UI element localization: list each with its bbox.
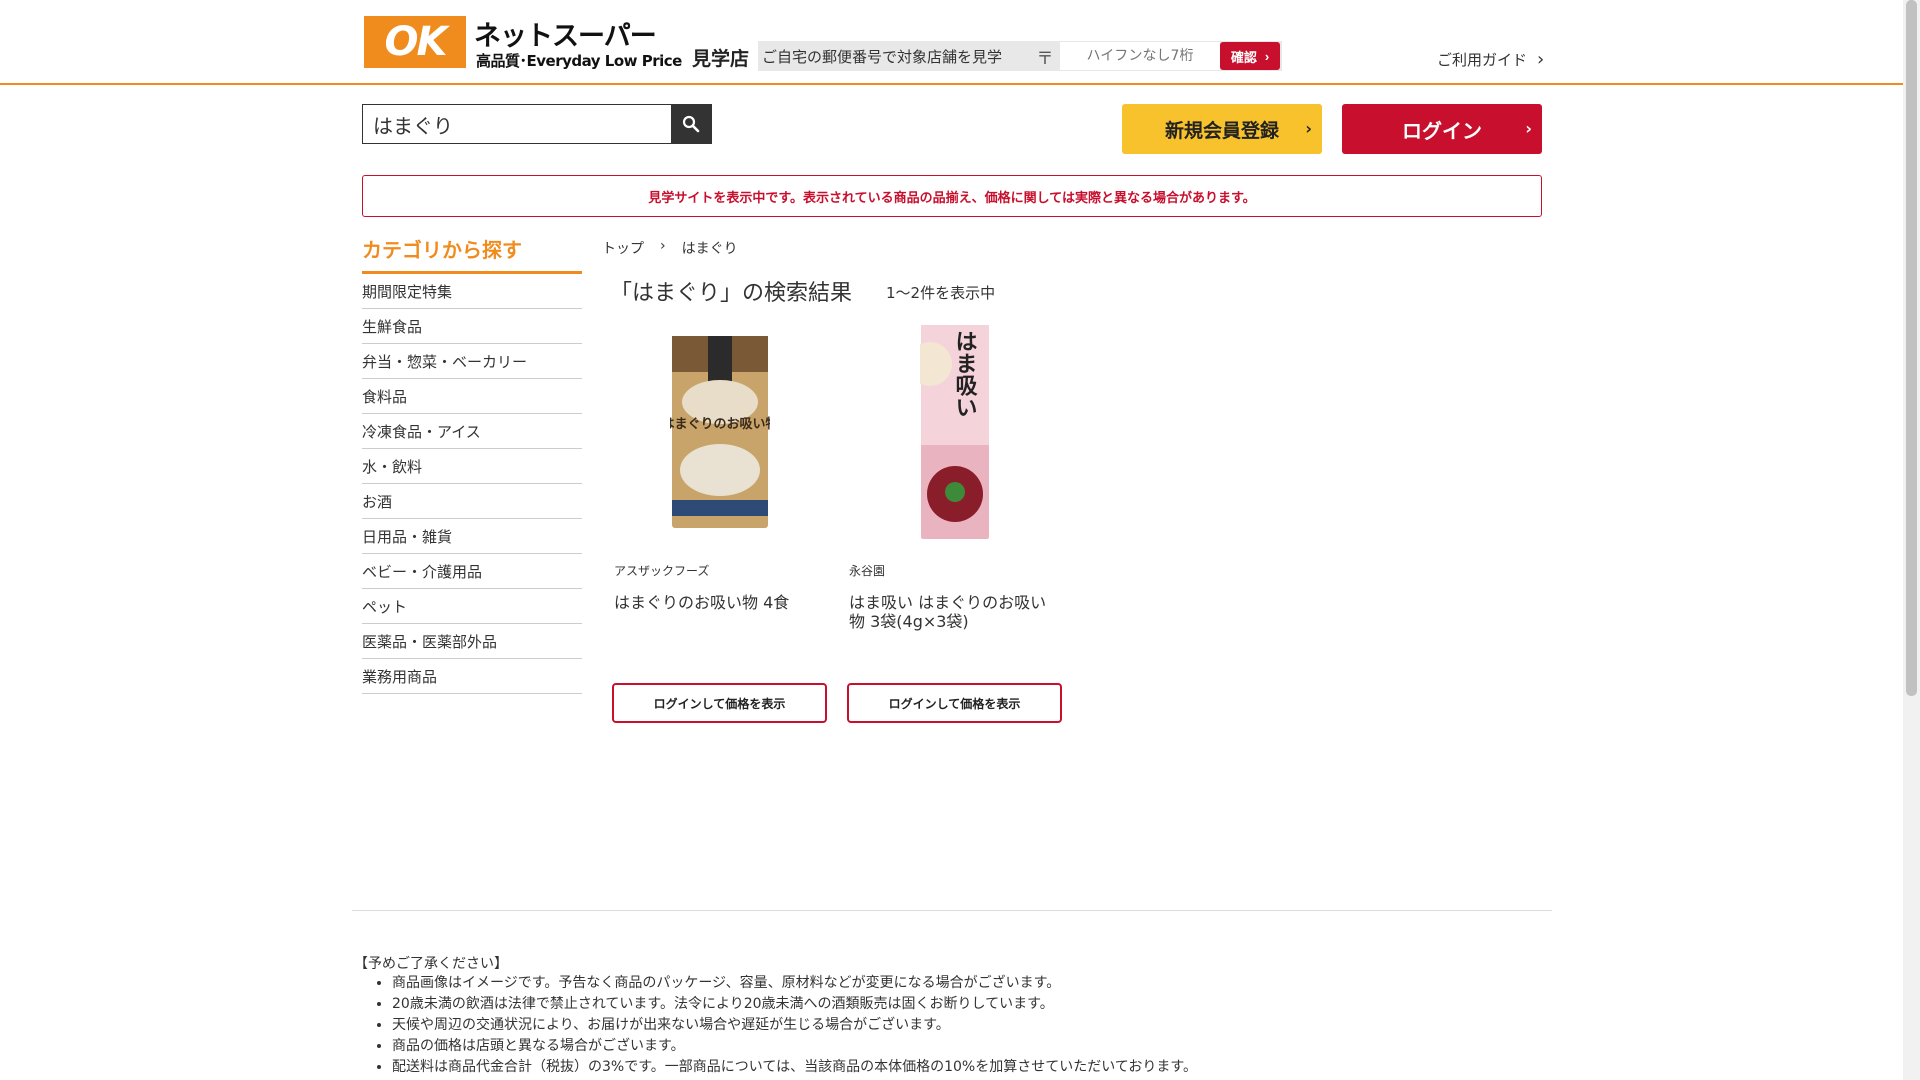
product-name[interactable]: はま吸い はまぐりのお吸い物 3袋(4g×3袋)	[847, 593, 1062, 683]
breadcrumb-separator: ›	[660, 238, 666, 254]
chevron-right-icon: ›	[1264, 48, 1270, 64]
product-image[interactable]: はま吸い	[847, 318, 1062, 546]
footer-note: 配送料は商品代金合計（税抜）の3%です。一部商品については、当該商品の本体価格の…	[392, 1057, 1197, 1078]
login-to-view-price-button[interactable]: ログインして価格を表示	[847, 683, 1062, 723]
footer-note: 天候や周辺の交通状況により、お届けが出来ない場合や遅延が生じる場合がございます。	[392, 1015, 1197, 1036]
sidebar-item-frozen[interactable]: 冷凍食品・アイス	[362, 414, 582, 449]
results-title: 「はまぐり」の検索結果	[610, 281, 853, 306]
breadcrumb: トップ › はまぐり	[602, 238, 738, 258]
postal-mark-icon: 〒	[1036, 48, 1054, 69]
chevron-right-icon: ›	[1537, 49, 1545, 70]
breadcrumb-current: はまぐり	[681, 241, 738, 257]
product-package-image: はまぐりのお吸い物	[670, 336, 770, 528]
login-to-view-price-button[interactable]: ログインして価格を表示	[612, 683, 827, 723]
register-label: 新規会員登録	[1164, 119, 1279, 142]
footer-note: 商品の価格は店頭と異なる場合がございます。	[392, 1036, 1197, 1057]
site-tagline: 高品質･Everyday Low Price	[476, 52, 682, 70]
sidebar-item-alcohol[interactable]: お酒	[362, 484, 582, 519]
zip-confirm-label: 確認	[1230, 49, 1257, 65]
zip-confirm-button[interactable]: 確認 ›	[1220, 42, 1280, 70]
footer-notes: 商品画像はイメージです。予告なく商品のパッケージ、容量、原材料などが変更になる場…	[392, 973, 1197, 1078]
preview-notice: 見学サイトを表示中です。表示されている商品の品揃え、価格に関しては実際と異なる場…	[362, 175, 1542, 217]
sidebar-item-medicine[interactable]: 医薬品・医薬部外品	[362, 624, 582, 659]
sidebar-item-business[interactable]: 業務用商品	[362, 659, 582, 694]
product-package-image: はま吸い	[919, 325, 989, 539]
footer-note: 20歳未満の飲酒は法律で禁止されています。法令により20歳未満への酒類販売は固く…	[392, 994, 1197, 1015]
usage-guide-link[interactable]: ご利用ガイド ›	[1437, 49, 1544, 70]
logo-text: OK	[384, 19, 448, 65]
results-count: 1〜2件を表示中	[886, 284, 996, 302]
sidebar-item-food[interactable]: 食料品	[362, 379, 582, 414]
zip-search-bar: ご自宅の郵便番号で対象店舗を見学 〒 確認 ›	[758, 41, 1282, 71]
footer-heading: 【予めご了承ください】	[354, 956, 508, 972]
login-label: ログイン	[1402, 118, 1482, 143]
product-image[interactable]: はまぐりのお吸い物	[612, 318, 827, 546]
sidebar-item-fresh[interactable]: 生鮮食品	[362, 309, 582, 344]
sidebar-item-baby[interactable]: ベビー・介護用品	[362, 554, 582, 589]
search-button[interactable]	[671, 105, 711, 143]
footer-note: 商品画像はイメージです。予告なく商品のパッケージ、容量、原材料などが変更になる場…	[392, 973, 1197, 994]
product-brand: 永谷園	[849, 564, 886, 578]
store-label: 見学店	[692, 48, 750, 70]
usage-guide-label: ご利用ガイド	[1437, 51, 1528, 69]
sidebar-item-daily[interactable]: 日用品・雑貨	[362, 519, 582, 554]
zip-prompt: ご自宅の郵便番号で対象店舗を見学	[762, 47, 1003, 66]
sidebar-item-pet[interactable]: ペット	[362, 589, 582, 624]
footer-divider	[352, 910, 1552, 911]
page-scrollbar[interactable]	[1903, 0, 1920, 1080]
product-name[interactable]: はまぐりのお吸い物 4食	[612, 593, 827, 683]
chevron-right-icon: ›	[1305, 119, 1312, 138]
package-text: はま吸い	[951, 330, 976, 418]
product-card: はまぐりのお吸い物 アスザックフーズ はまぐりのお吸い物 4食 ログインして価格…	[612, 318, 827, 723]
zip-code-input[interactable]	[1060, 42, 1220, 70]
category-sidebar: カテゴリから探す 期間限定特集 生鮮食品 弁当・惣菜・ベーカリー 食料品 冷凍食…	[362, 234, 582, 694]
package-text: はまぐりのお吸い物	[670, 416, 770, 432]
sidebar-title: カテゴリから探す	[362, 234, 582, 274]
search-input[interactable]	[363, 105, 671, 143]
sidebar-item-drinks[interactable]: 水・飲料	[362, 449, 582, 484]
scrollbar-thumb[interactable]	[1906, 0, 1917, 696]
chevron-right-icon: ›	[1525, 119, 1532, 138]
sidebar-item-limited[interactable]: 期間限定特集	[362, 274, 582, 309]
site-header: OK ネットスーパー 高品質･Everyday Low Price 見学店 ご自…	[0, 0, 1903, 85]
breadcrumb-home[interactable]: トップ	[602, 238, 644, 258]
product-brand: アスザックフーズ	[614, 564, 710, 578]
login-button[interactable]: ログイン ›	[1342, 104, 1542, 154]
product-search	[362, 104, 712, 144]
search-icon	[682, 115, 700, 133]
register-button[interactable]: 新規会員登録 ›	[1122, 104, 1322, 154]
product-card: はま吸い 永谷園 はま吸い はまぐりのお吸い物 3袋(4g×3袋) ログインして…	[847, 318, 1062, 723]
sidebar-item-deli[interactable]: 弁当・惣菜・ベーカリー	[362, 344, 582, 379]
site-name[interactable]: ネットスーパー	[474, 14, 657, 53]
ok-logo[interactable]: OK	[364, 16, 466, 68]
